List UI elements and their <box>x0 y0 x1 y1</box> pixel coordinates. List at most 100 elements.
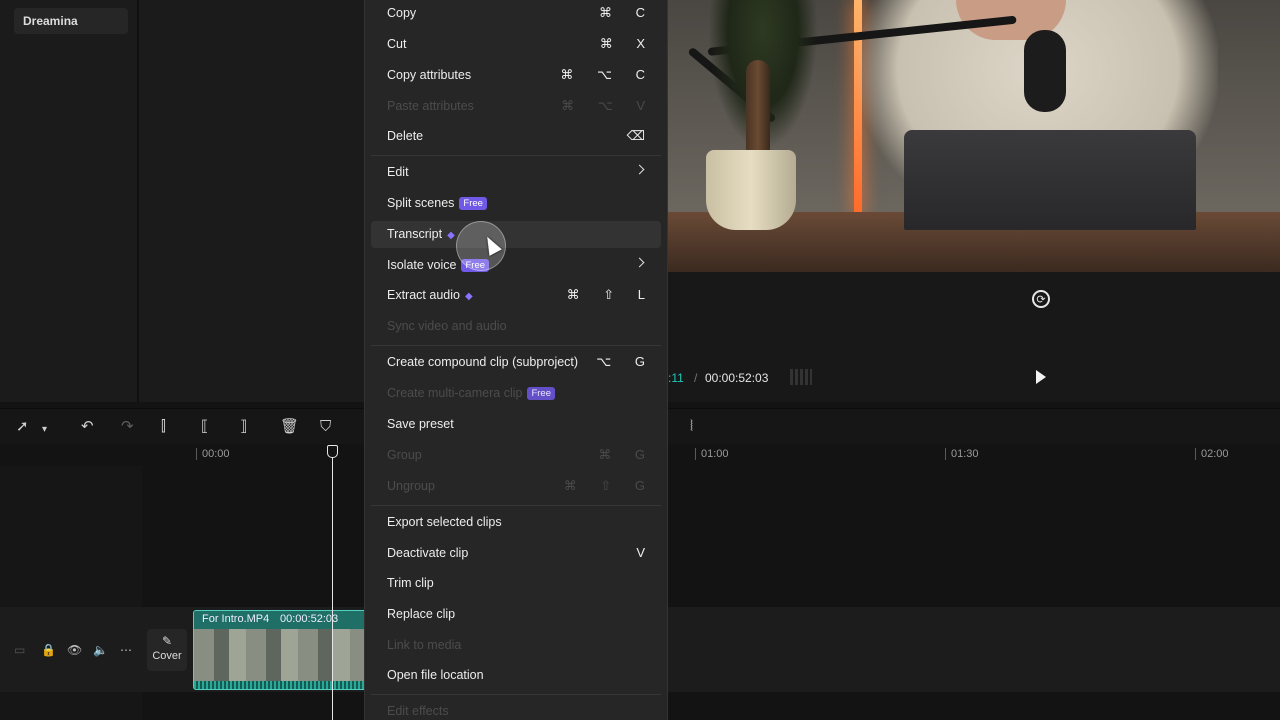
ruler-label: 00:00 <box>196 448 230 460</box>
delete-icon[interactable]: 🗑 <box>280 418 299 436</box>
menu-item-label: Edit <box>387 165 409 179</box>
menu-item-extract-audio[interactable]: Extract audio ◆ ⌘ ⇧ L <box>371 282 661 309</box>
premium-gem-icon: ◆ <box>447 230 455 241</box>
menu-item-replace-clip[interactable]: Replace clip <box>371 601 661 628</box>
menu-item-create-multicam-clip: Create multi-camera clip Free <box>371 380 661 407</box>
menu-item-label: Replace clip <box>387 607 456 621</box>
sync-icon[interactable]: ⟳ <box>1032 290 1050 308</box>
menu-divider <box>371 694 661 695</box>
menu-item-delete[interactable]: Delete ⌫ <box>371 123 661 150</box>
ruler-label: 01:00 <box>695 448 729 460</box>
chevron-right-icon <box>634 164 645 175</box>
menu-divider <box>371 505 661 506</box>
playhead-line[interactable] <box>332 446 333 720</box>
video-preview[interactable] <box>668 0 1280 272</box>
menu-item-transcript[interactable]: Transcript ◆ <box>371 221 661 248</box>
marker-icon[interactable]: ⛉ <box>320 418 331 436</box>
menu-item-shortcut: ⌘ ⌥ C <box>560 67 655 82</box>
menu-item-label: Copy attributes <box>387 68 472 82</box>
more-icon[interactable]: ⋯ <box>120 643 132 657</box>
label-text: Split scenes <box>387 196 455 210</box>
backspace-icon: ⌫ <box>626 128 655 143</box>
split-left-icon[interactable]: ⟦ <box>201 418 208 436</box>
menu-item-label: Link to media <box>387 638 462 652</box>
pencil-icon: ✎ <box>161 634 173 648</box>
menu-divider <box>371 155 661 156</box>
menu-item-label: Cut <box>387 37 407 51</box>
menu-item-label: Delete <box>387 129 424 143</box>
playhead-handle[interactable] <box>327 445 338 458</box>
label-text: Isolate voice <box>387 258 457 272</box>
clip-duration: 00:00:52:03 <box>280 613 339 625</box>
video-plant-trunk <box>746 60 770 160</box>
menu-item-isolate-voice[interactable]: Isolate voice Free <box>371 252 661 279</box>
ruler-label: 02:00 <box>1195 448 1229 460</box>
menu-item-link-to-media: Link to media <box>371 632 661 659</box>
menu-item-trim-clip[interactable]: Trim clip <box>371 570 661 597</box>
menu-item-shortcut: V <box>636 545 655 560</box>
video-microphone <box>1024 30 1066 112</box>
lock-icon[interactable]: 🔒 <box>41 643 56 657</box>
left-panel: Dreamina <box>0 0 138 402</box>
menu-item-cut[interactable]: Cut ⌘ X <box>371 31 661 58</box>
menu-item-sync-video-audio: Sync video and audio <box>371 313 661 340</box>
video-pot <box>706 150 796 230</box>
split-icon[interactable]: ⫿ <box>161 418 166 436</box>
time-separator: / <box>694 371 698 385</box>
menu-item-shortcut: ⌘ X <box>599 36 655 51</box>
player-controls: ⟳ :11 / 00:00:52:03 <box>668 272 1280 402</box>
free-badge: Free <box>527 387 556 400</box>
redo-icon[interactable]: ↷ <box>121 418 134 436</box>
menu-item-label: Sync video and audio <box>387 319 507 333</box>
video-laptop <box>904 130 1196 230</box>
label-text: Transcript <box>387 227 443 241</box>
menu-item-edit[interactable]: Edit <box>371 159 661 186</box>
context-menu: Copy ⌘ C Cut ⌘ X Copy attributes ⌘ ⌥ C P… <box>364 0 668 720</box>
clip-thumbnails <box>194 629 367 681</box>
audio-wave-icon[interactable]: ⦚ <box>690 418 693 436</box>
speaker-icon[interactable]: 🔈 <box>93 643 108 657</box>
menu-item-label: Transcript ◆ <box>387 227 455 241</box>
label-text: Create multi-camera clip <box>387 386 523 400</box>
track-video-icon[interactable]: ▭ <box>14 643 25 657</box>
split-right-icon[interactable]: ⟧ <box>240 418 247 436</box>
grid-icon[interactable] <box>790 369 812 385</box>
menu-item-edit-effects: Edit effects <box>371 698 661 720</box>
video-clip[interactable]: For Intro.MP4 00:00:52:03 <box>193 610 368 690</box>
ruler-label: 01:30 <box>945 448 979 460</box>
undo-icon[interactable]: ↶ <box>81 418 94 436</box>
eye-icon[interactable]: 👁 <box>67 643 82 657</box>
menu-item-open-file-location[interactable]: Open file location <box>371 662 661 689</box>
cover-button[interactable]: ✎ Cover <box>147 629 187 671</box>
select-pointer-icon[interactable]: ➚ <box>16 418 29 436</box>
player-panel: ⟳ :11 / 00:00:52:03 <box>668 0 1280 402</box>
cover-label: Cover <box>152 650 182 662</box>
menu-item-label: Ungroup <box>387 479 435 493</box>
menu-item-save-preset[interactable]: Save preset <box>371 411 661 438</box>
menu-item-create-compound-clip[interactable]: Create compound clip (subproject) ⌥ G <box>371 349 661 376</box>
menu-item-label: Create compound clip (subproject) <box>387 355 579 369</box>
menu-item-export-selected-clips[interactable]: Export selected clips <box>371 509 661 536</box>
menu-item-shortcut: ⌘ ⇧ L <box>566 287 655 302</box>
menu-item-paste-attributes: Paste attributes ⌘ ⌥ V <box>371 93 661 120</box>
dreamina-tab[interactable]: Dreamina <box>14 8 128 34</box>
menu-item-copy-attributes[interactable]: Copy attributes ⌘ ⌥ C <box>371 62 661 89</box>
menu-item-label: Copy <box>387 6 417 20</box>
menu-item-label: Open file location <box>387 668 484 682</box>
menu-item-ungroup: Ungroup ⌘ ⇧ G <box>371 473 661 500</box>
menu-item-label: Trim clip <box>387 576 434 590</box>
menu-item-label: Deactivate clip <box>387 546 469 560</box>
menu-item-label: Split scenes Free <box>387 196 487 210</box>
menu-item-copy[interactable]: Copy ⌘ C <box>371 0 661 27</box>
chevron-down-icon[interactable]: ▾ <box>42 421 47 439</box>
media-area <box>139 0 364 402</box>
label-text: Extract audio <box>387 288 460 302</box>
menu-item-split-scenes[interactable]: Split scenes Free <box>371 190 661 217</box>
clip-waveform <box>194 681 367 689</box>
total-time: 00:00:52:03 <box>705 371 769 385</box>
menu-item-label: Export selected clips <box>387 515 502 529</box>
chevron-right-icon <box>634 257 645 268</box>
premium-gem-icon: ◆ <box>464 291 473 302</box>
menu-item-deactivate-clip[interactable]: Deactivate clip V <box>371 540 661 567</box>
play-button[interactable] <box>1036 370 1046 384</box>
